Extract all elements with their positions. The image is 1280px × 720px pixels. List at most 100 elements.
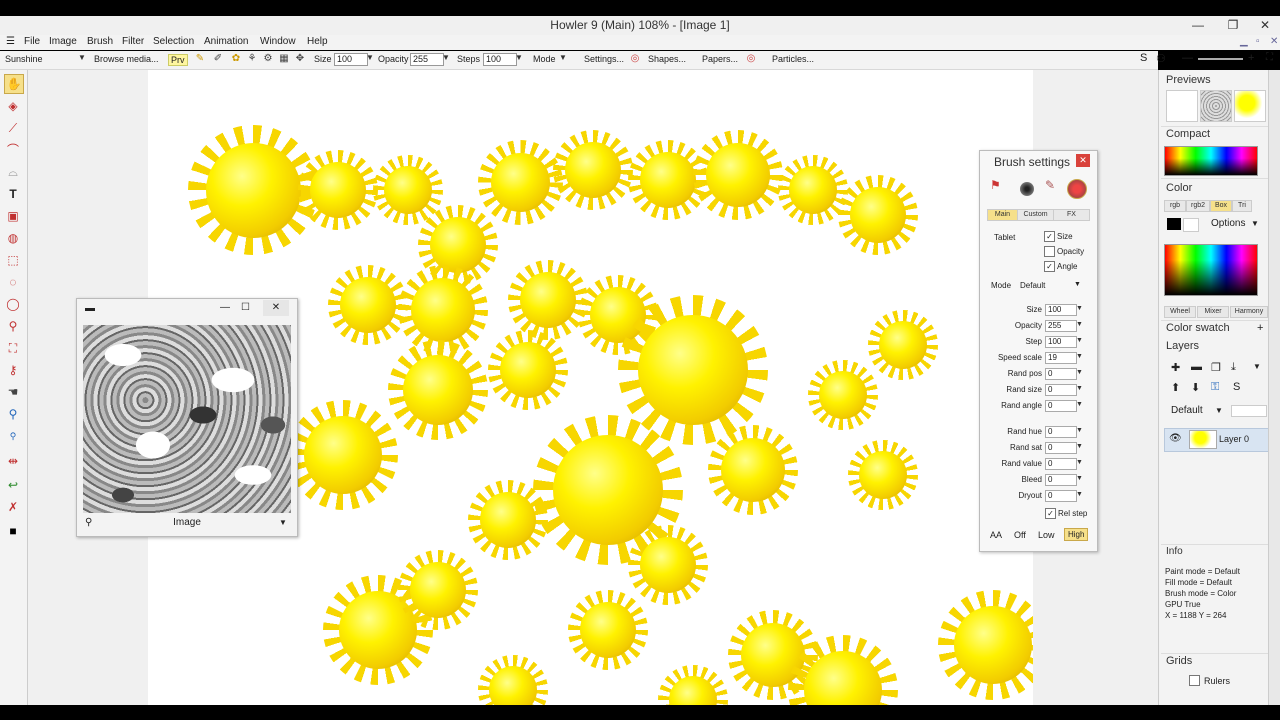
zoom-in-icon[interactable]: + <box>1248 52 1254 64</box>
arc-tool-icon[interactable]: ⌓ <box>4 163 22 181</box>
param-dropdown-icon[interactable]: ▼ <box>1076 401 1083 408</box>
settings-button[interactable]: Settings... <box>584 54 624 64</box>
angle-checkbox[interactable]: ✓ <box>1044 261 1055 272</box>
image-label[interactable]: Image <box>77 517 297 528</box>
layer-up-icon[interactable]: ⬆ <box>1171 381 1180 394</box>
window-minimize-button[interactable]: — <box>220 302 230 313</box>
mode-dropdown-icon[interactable]: ▼ <box>1074 281 1081 288</box>
add-swatch-icon[interactable]: + <box>1257 322 1263 334</box>
param-size-input[interactable]: 100 <box>1045 304 1077 316</box>
papers-circle-icon[interactable]: ◎ <box>745 53 757 65</box>
aa-off-button[interactable]: Off <box>1014 530 1026 540</box>
steps-input[interactable]: 100 <box>483 53 517 66</box>
background-swatch[interactable] <box>1183 218 1199 232</box>
aa-high-button[interactable]: High <box>1064 528 1089 541</box>
line-tool-icon[interactable]: ⟋ <box>4 119 22 137</box>
param-dropdown-icon[interactable]: ▼ <box>1076 337 1083 344</box>
mode-label[interactable]: Mode <box>533 54 556 64</box>
pencil-icon[interactable]: ✎ <box>194 53 206 65</box>
param-dropdown-icon[interactable]: ▼ <box>1076 353 1083 360</box>
tab-custom[interactable]: Custom <box>1017 209 1054 221</box>
magic-wand-tool-icon[interactable]: ⚲ <box>4 317 22 335</box>
layer-menu-icon[interactable]: ▼ <box>1253 362 1261 371</box>
transform-tool-icon[interactable]: ✗ <box>4 498 22 516</box>
preset-select[interactable]: Sunshine <box>5 54 43 64</box>
color-tab-box[interactable]: Box <box>1210 200 1232 212</box>
color-tab-rgb[interactable]: rgb <box>1164 200 1186 212</box>
rel-step-checkbox[interactable]: ✓ <box>1045 508 1056 519</box>
menu-window[interactable]: Window <box>260 36 296 47</box>
mdi-restore-icon[interactable]: ▫ <box>1256 36 1260 47</box>
stamp-icon[interactable]: ✿ <box>230 53 242 65</box>
layer-blend-select[interactable]: Default <box>1171 405 1203 416</box>
foreground-color-icon[interactable]: ■ <box>4 522 22 540</box>
rect-select-tool-icon[interactable]: ⬚ <box>4 251 22 269</box>
brush-tool-icon[interactable]: ✎ <box>1045 178 1055 192</box>
param-bleed-input[interactable]: 0 <box>1045 474 1077 486</box>
grid-icon[interactable]: ▦ <box>278 53 290 65</box>
param-dropdown-icon[interactable]: ▼ <box>1076 321 1083 328</box>
tab-fx[interactable]: FX <box>1053 209 1090 221</box>
particles-button[interactable]: Particles... <box>772 54 814 64</box>
preview-thumb-noise[interactable] <box>1200 90 1232 122</box>
param-dropdown-icon[interactable]: ▼ <box>1076 305 1083 312</box>
zoom-100-tool-icon[interactable]: ⚲ <box>4 427 22 445</box>
size-dropdown-icon[interactable]: ▼ <box>366 53 374 62</box>
param-dropdown-icon[interactable]: ▼ <box>1076 427 1083 434</box>
compact-color-strip[interactable] <box>1164 146 1258 176</box>
papers-button[interactable]: Papers... <box>702 54 738 64</box>
hand-tool-icon[interactable]: ☚ <box>4 383 22 401</box>
minimize-button[interactable]: — <box>1187 17 1209 33</box>
param-speed-scale-input[interactable]: 19 <box>1045 352 1077 364</box>
ellipse-select-tool-icon[interactable]: ◌ <box>4 273 22 291</box>
mdi-minimize-icon[interactable]: ▁ <box>1240 36 1248 47</box>
rectangle-tool-icon[interactable]: ▣ <box>4 207 22 225</box>
param-dryout-input[interactable]: 0 <box>1045 490 1077 502</box>
size-checkbox[interactable]: ✓ <box>1044 231 1055 242</box>
app-menu-icon[interactable]: ☰ <box>6 36 15 47</box>
color-tab-rgb2[interactable]: rgb2 <box>1186 200 1210 212</box>
menu-brush[interactable]: Brush <box>87 36 113 47</box>
merge-layer-icon[interactable]: ⤓ <box>1231 361 1236 374</box>
color-tab-tri[interactable]: Tri <box>1232 200 1252 212</box>
restore-button[interactable]: ❐ <box>1222 17 1244 33</box>
resize-tool-icon[interactable]: ⇹ <box>4 452 22 470</box>
param-rand-pos-input[interactable]: 0 <box>1045 368 1077 380</box>
menu-animation[interactable]: Animation <box>204 36 248 47</box>
zoom-slider[interactable] <box>1198 58 1243 60</box>
preview-thumb-suns[interactable] <box>1234 90 1266 122</box>
duplicate-layer-icon[interactable]: ❐ <box>1211 361 1221 374</box>
param-opacity-input[interactable]: 255 <box>1045 320 1077 332</box>
color-options-menu[interactable]: Options <box>1211 218 1245 229</box>
options-dropdown-icon[interactable]: ▼ <box>1251 219 1259 228</box>
preset-dropdown-icon[interactable]: ▼ <box>78 53 86 62</box>
menu-filter[interactable]: Filter <box>122 36 144 47</box>
param-rand-angle-input[interactable]: 0 <box>1045 400 1077 412</box>
param-rand-hue-input[interactable]: 0 <box>1045 426 1077 438</box>
menu-help[interactable]: Help <box>307 36 328 47</box>
browse-media-button[interactable]: Browse media... <box>94 54 159 64</box>
layer-opacity-slider[interactable] <box>1231 405 1267 417</box>
move-icon[interactable]: ✥ <box>294 53 306 65</box>
mode-select[interactable]: Default <box>1020 281 1045 290</box>
param-dropdown-icon[interactable]: ▼ <box>1076 369 1083 376</box>
dialog-close-button[interactable]: ✕ <box>1076 154 1090 167</box>
foreground-swatch[interactable] <box>1167 218 1181 230</box>
steps-dropdown-icon[interactable]: ▼ <box>515 53 523 62</box>
tab-main[interactable]: Main <box>987 209 1018 221</box>
toggle-icon[interactable]: ⚇ <box>1156 52 1166 65</box>
image-dropdown-icon[interactable]: ▼ <box>279 518 287 527</box>
color-dab-icon[interactable] <box>1067 179 1087 199</box>
param-dropdown-icon[interactable]: ▼ <box>1076 475 1083 482</box>
zoom-out-icon[interactable]: — <box>1182 52 1193 64</box>
opacity-input[interactable]: 255 <box>410 53 444 66</box>
layer-visibility-eye-icon[interactable]: 👁 <box>1169 433 1182 444</box>
mdi-close-icon[interactable]: ✕ <box>1270 36 1278 47</box>
tab-mixer[interactable]: Mixer <box>1197 306 1229 318</box>
aa-low-button[interactable]: Low <box>1038 530 1055 540</box>
size-input[interactable]: 100 <box>334 53 368 66</box>
layer-name[interactable]: Layer 0 <box>1219 434 1249 444</box>
param-dropdown-icon[interactable]: ▼ <box>1076 385 1083 392</box>
pin-icon[interactable]: ⚑ <box>990 178 1001 192</box>
delete-layer-icon[interactable]: ▬ <box>1191 361 1202 373</box>
